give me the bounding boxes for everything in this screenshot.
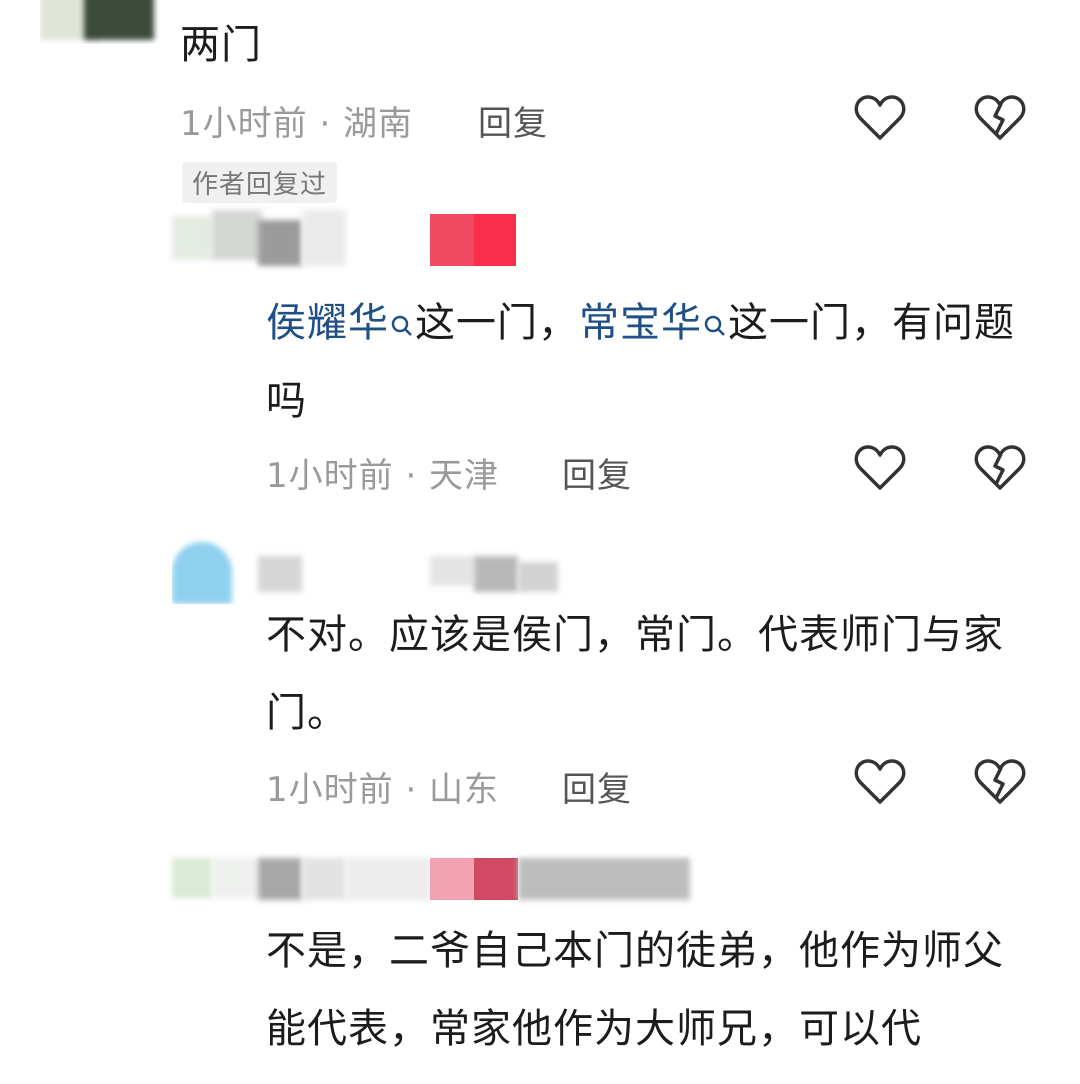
comment-meta: 1小时前 · 山东 <box>266 770 500 810</box>
comment-text: 不是，二爷自己本门的徒弟，他作为师父能代表，常家他作为大师兄，可以代 <box>266 928 1004 1052</box>
heart-outline-icon <box>854 445 906 490</box>
dislike-button[interactable] <box>974 758 1026 806</box>
reply-button[interactable]: 回复 <box>478 96 548 145</box>
broken-heart-icon <box>974 95 1026 140</box>
reply-button[interactable]: 回复 <box>562 448 632 497</box>
username-redacted[interactable] <box>258 556 568 600</box>
broken-heart-icon <box>974 445 1026 490</box>
mention-link[interactable]: 常宝华 <box>579 300 702 346</box>
heart-outline-icon <box>854 759 906 804</box>
author-replied-badge: 作者回复过 <box>182 162 338 203</box>
search-mini-icon <box>391 284 413 362</box>
comment-text: 不对。应该是侯门，常门。代表师门与家门。 <box>266 612 1004 736</box>
like-button[interactable] <box>854 444 906 492</box>
heart-outline-icon <box>854 95 906 140</box>
like-button[interactable] <box>854 758 906 806</box>
comment-text: 两门 <box>180 22 262 68</box>
avatar[interactable] <box>172 852 262 902</box>
like-button[interactable] <box>854 94 906 142</box>
reply-button[interactable]: 回复 <box>562 762 632 811</box>
comment-text: 侯耀华 这一门，常宝华 这一门，有问题吗 <box>266 284 1026 440</box>
username-redacted[interactable] <box>258 210 518 270</box>
broken-heart-icon <box>974 759 1026 804</box>
avatar[interactable] <box>172 532 252 604</box>
avatar[interactable] <box>40 0 160 44</box>
mention-link[interactable]: 侯耀华 <box>266 300 389 346</box>
comment-meta: 1小时前 · 天津 <box>266 456 500 496</box>
dislike-button[interactable] <box>974 444 1026 492</box>
dislike-button[interactable] <box>974 94 1026 142</box>
avatar[interactable] <box>172 210 262 260</box>
comment-meta: 1小时前 · 湖南 <box>180 104 414 144</box>
username-redacted[interactable] <box>258 854 698 904</box>
search-mini-icon <box>704 284 726 362</box>
comment-text-segment: 这一门， <box>415 300 579 346</box>
